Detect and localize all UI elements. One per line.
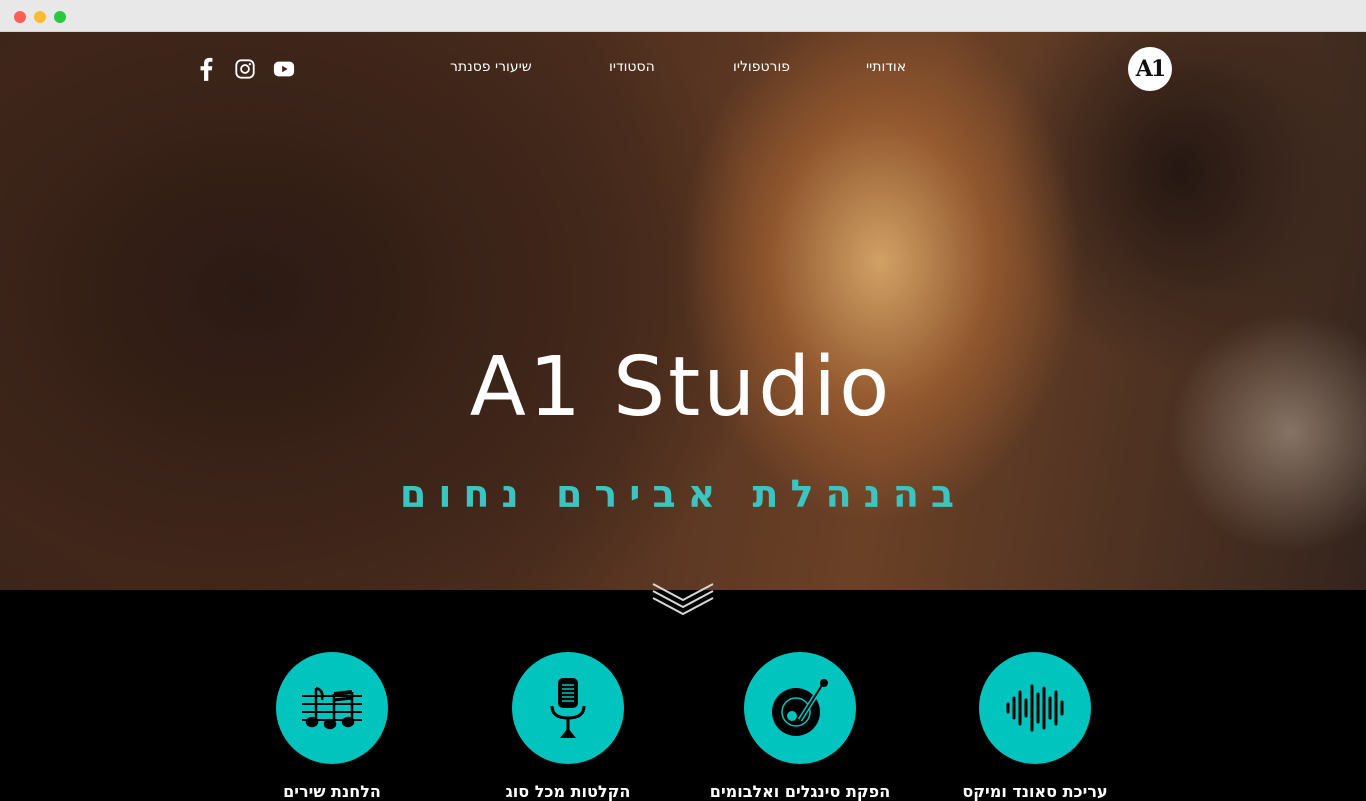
microphone-icon [550, 678, 586, 738]
vinyl-record-icon [772, 679, 828, 736]
nav-item-studio[interactable]: הסטודיו [609, 59, 655, 75]
nav-item-portfolio[interactable]: פורטפוליו [733, 59, 790, 75]
youtube-icon[interactable] [273, 58, 295, 80]
nav-item-about[interactable]: אודותיי [866, 59, 906, 75]
service-icon-circle [979, 652, 1091, 764]
scroll-down-icon[interactable] [650, 580, 716, 616]
minimize-window-button[interactable] [34, 11, 46, 23]
service-label: עריכת סאונד ומיקס [962, 782, 1108, 801]
hero-title: A1 Studio [0, 340, 1366, 435]
service-label: הקלטות מכל סוג [505, 782, 631, 801]
service-label: הלחנת שירים [283, 782, 381, 801]
hero-title-text: A1 Studio [469, 340, 893, 435]
facebook-icon[interactable] [195, 56, 217, 82]
maximize-window-button[interactable] [54, 11, 66, 23]
service-icon-circle [276, 652, 388, 764]
hero-subtitle: בהנהלת אבירם נחום [399, 472, 967, 516]
service-icon-circle [744, 652, 856, 764]
service-icon-circle [512, 652, 624, 764]
browser-chrome [0, 0, 1366, 32]
sound-wave-icon [1006, 684, 1064, 732]
instagram-icon[interactable] [234, 58, 256, 80]
nav-item-piano-lessons[interactable]: שיעורי פסנתר [450, 59, 532, 75]
service-label: הפקת סינגלים ואלבומים [709, 782, 891, 801]
close-window-button[interactable] [14, 11, 26, 23]
site-logo[interactable]: A1 [1128, 47, 1172, 91]
music-notes-icon [302, 686, 362, 730]
